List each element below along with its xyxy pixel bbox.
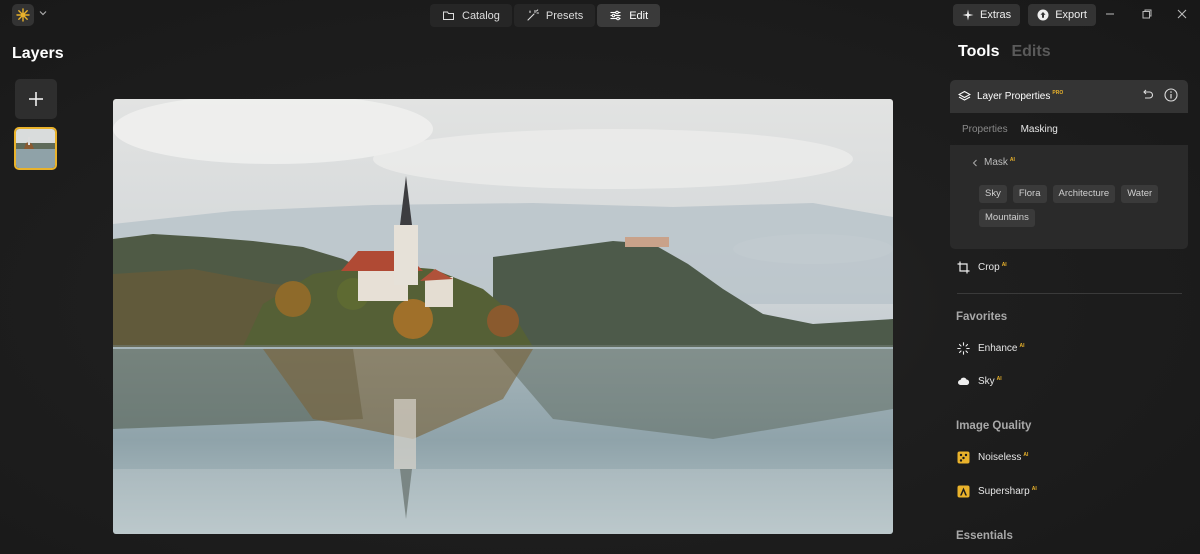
export-label: Export <box>1055 9 1087 21</box>
tool-enhance[interactable]: Enhance AI <box>957 342 1024 355</box>
layer-properties-actions <box>1141 88 1178 102</box>
add-layer-button[interactable] <box>15 79 57 119</box>
section-favorites: Favorites <box>956 311 1008 323</box>
plus-icon <box>29 92 43 106</box>
mask-back-button[interactable]: Mask AI <box>972 157 1015 168</box>
mode-nav: Catalog Presets Edit <box>430 4 661 27</box>
extras-label: Extras <box>980 9 1012 21</box>
upload-icon <box>1037 9 1049 21</box>
photo-canvas[interactable] <box>113 99 893 534</box>
ai-badge: AI <box>1023 452 1029 458</box>
layer-property-subtabs: Properties Masking <box>962 124 1058 135</box>
tool-noiseless[interactable]: Noiseless AI <box>957 451 1028 464</box>
tab-tools[interactable]: Tools <box>958 43 999 61</box>
sparkle-icon <box>962 9 974 21</box>
tab-catalog[interactable]: Catalog <box>430 4 512 27</box>
mask-panel: Mask AI Sky Flora Architecture Water Moun… <box>950 145 1188 249</box>
info-icon[interactable] <box>1164 88 1178 102</box>
app-logo-button[interactable] <box>12 4 34 26</box>
cloud-icon <box>958 377 970 385</box>
layers-icon <box>958 90 971 101</box>
sun-logo-icon <box>16 8 30 22</box>
extras-button[interactable]: Extras <box>953 4 1021 26</box>
tab-catalog-label: Catalog <box>462 9 500 22</box>
tool-sky[interactable]: Sky AI <box>957 375 1002 388</box>
ai-badge: AI <box>1031 486 1037 492</box>
ai-badge: AI <box>996 376 1002 382</box>
chevron-down-icon[interactable] <box>38 8 48 18</box>
undo-icon[interactable] <box>1141 88 1154 101</box>
ai-badge: AI <box>1019 343 1025 349</box>
top-bar: Catalog Presets Edit Extras Export <box>0 0 1200 30</box>
lake-bled-photo <box>113 99 893 534</box>
tab-presets-label: Presets <box>545 9 584 22</box>
mask-chip-sky[interactable]: Sky <box>979 185 1007 203</box>
enhance-icon <box>957 342 970 355</box>
tab-edits[interactable]: Edits <box>1011 43 1050 61</box>
mask-chip-water[interactable]: Water <box>1121 185 1159 203</box>
close-icon[interactable] <box>1176 8 1188 20</box>
ai-badge: AI <box>1009 157 1015 163</box>
mask-chips: Sky Flora Architecture Water Mountains <box>979 185 1179 227</box>
layer-thumbnail-image <box>16 129 55 168</box>
enhance-label: Enhance <box>978 343 1018 354</box>
section-divider <box>957 293 1182 294</box>
mask-label: Mask <box>984 157 1008 168</box>
top-actions: Extras Export <box>953 4 1096 26</box>
mask-chip-architecture[interactable]: Architecture <box>1052 185 1116 203</box>
sliders-icon <box>610 10 621 21</box>
magic-wand-icon <box>527 9 539 21</box>
crop-icon <box>957 261 970 274</box>
restore-icon[interactable] <box>1141 8 1153 20</box>
section-essentials: Essentials <box>956 530 1013 542</box>
tab-presets[interactable]: Presets <box>513 4 596 27</box>
ai-badge: AI <box>1001 262 1007 268</box>
supersharp-icon <box>957 485 970 498</box>
crop-label: Crop <box>978 262 1000 273</box>
folder-icon <box>443 11 454 20</box>
tool-crop[interactable]: Crop AI <box>957 261 1007 274</box>
layer-properties-title: Layer Properties <box>977 91 1051 102</box>
subtab-properties[interactable]: Properties <box>962 124 1008 135</box>
section-image-quality: Image Quality <box>956 420 1032 432</box>
mask-chip-mountains[interactable]: Mountains <box>979 209 1035 227</box>
mask-chip-flora[interactable]: Flora <box>1012 185 1047 203</box>
subtab-masking[interactable]: Masking <box>1021 124 1058 135</box>
chevron-left-icon <box>972 159 977 166</box>
panel-tabs: Tools Edits <box>958 43 1051 61</box>
tab-edit-label: Edit <box>629 9 649 22</box>
tool-supersharp[interactable]: Supersharp AI <box>957 485 1037 498</box>
layer-properties-header[interactable]: Layer Properties PRO <box>950 80 1188 113</box>
pro-badge: PRO <box>1052 89 1064 96</box>
supersharp-label: Supersharp <box>978 486 1030 497</box>
export-button[interactable]: Export <box>1028 4 1096 26</box>
minimize-icon[interactable] <box>1104 8 1116 20</box>
tab-edit[interactable]: Edit <box>597 4 661 27</box>
noiseless-icon <box>957 451 970 464</box>
layer-thumbnail[interactable] <box>14 127 57 170</box>
layers-title: Layers <box>12 45 64 62</box>
sky-label: Sky <box>978 376 995 387</box>
noiseless-label: Noiseless <box>978 452 1022 463</box>
